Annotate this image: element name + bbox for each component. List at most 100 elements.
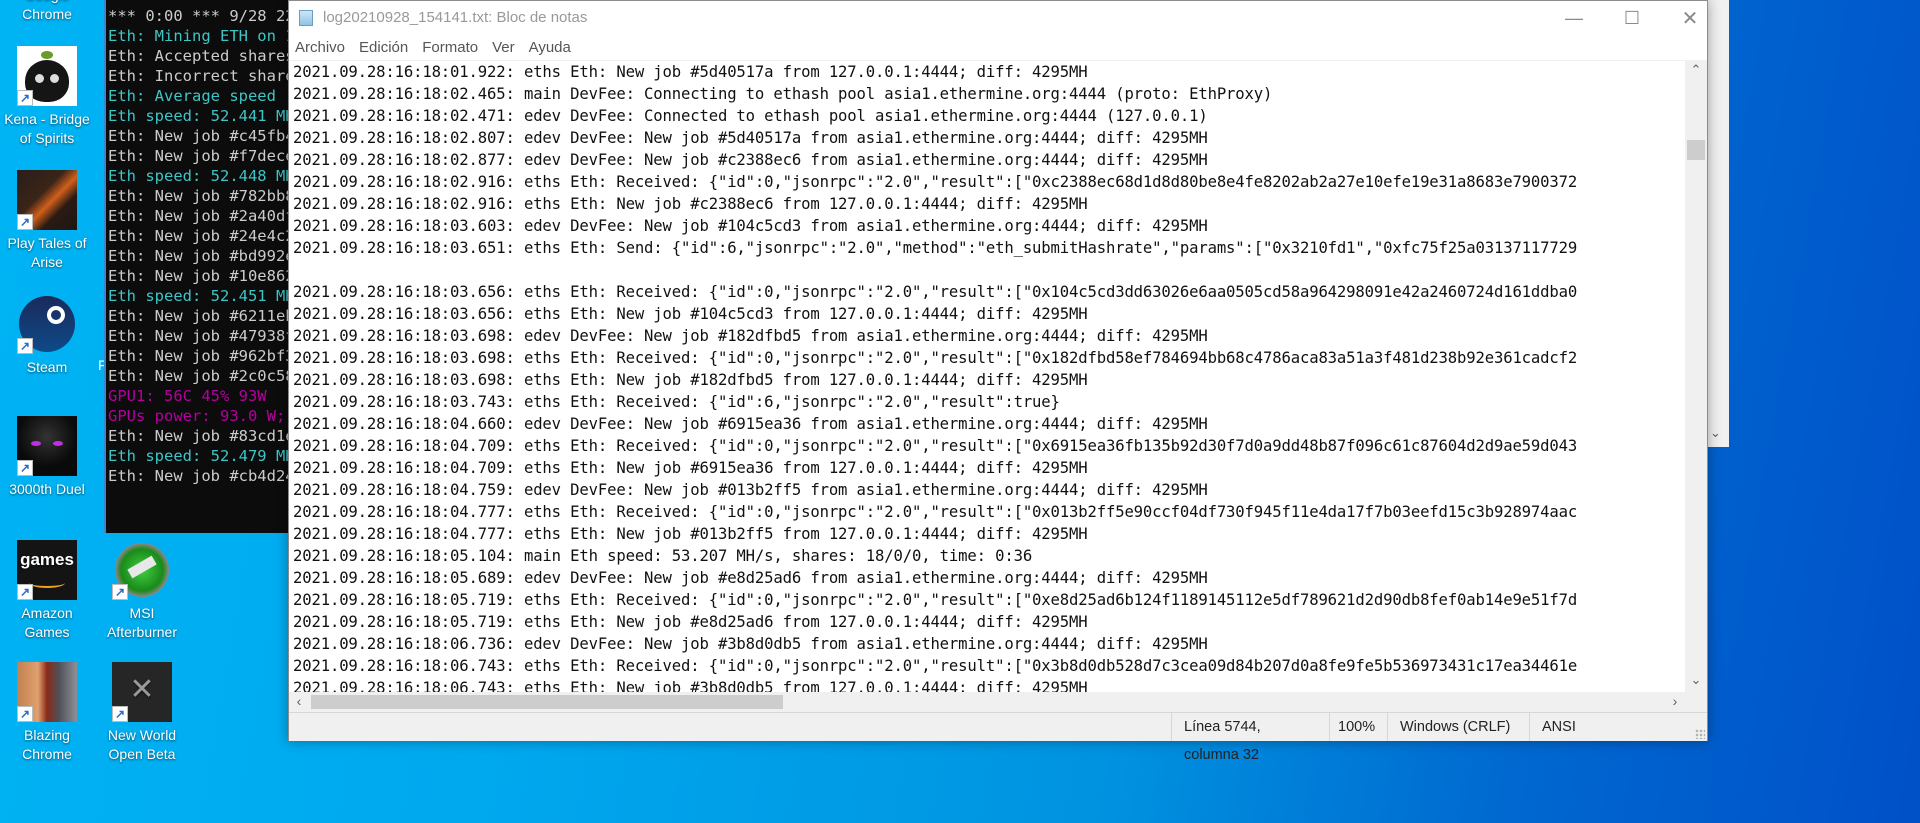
- log-line: 2021.09.28:16:18:05.719: eths Eth: New j…: [293, 613, 1088, 631]
- amazon-games-icon: games ↗: [17, 540, 77, 600]
- desktop-icon-label: New World Open Beta: [107, 727, 177, 762]
- notepad-window[interactable]: log20210928_154141.txt: Bloc de notas — …: [288, 0, 1708, 763]
- console-line: Eth: New job #10e862b: [108, 267, 290, 285]
- tales-of-arise-icon: ↗: [17, 170, 77, 230]
- desktop-icon-label: Play Tales of Arise: [7, 235, 87, 270]
- console-line: *** 0:00 *** 9/28 22: [108, 7, 290, 25]
- shortcut-arrow-icon: ↗: [17, 460, 33, 476]
- desktop-icon-steam[interactable]: ↗ Steam: [0, 294, 96, 377]
- maximize-button[interactable]: ☐: [1603, 1, 1661, 35]
- log-line: 2021.09.28:16:18:02.471: edev DevFee: Co…: [293, 107, 1208, 125]
- log-line: 2021.09.28:16:18:04.709: eths Eth: Recei…: [293, 437, 1578, 455]
- shortcut-arrow-icon: ↗: [112, 706, 128, 722]
- log-line: 2021.09.28:16:18:02.916: eths Eth: Recei…: [293, 173, 1578, 191]
- log-line: 2021.09.28:16:18:03.656: eths Eth: New j…: [293, 305, 1088, 323]
- shortcut-arrow-icon: ↗: [112, 584, 128, 600]
- desktop-icon-google-chrome[interactable]: Google Chrome: [0, 0, 96, 24]
- scroll-right-icon[interactable]: ›: [1665, 693, 1685, 709]
- console-line: Eth: New job #2a40df1: [108, 207, 290, 225]
- desktop-icon-amazon-games[interactable]: games ↗ Amazon Games: [0, 540, 96, 642]
- title-bar[interactable]: log20210928_154141.txt: Bloc de notas — …: [289, 1, 1707, 35]
- log-line: 2021.09.28:16:18:03.743: eths Eth: Recei…: [293, 393, 1060, 411]
- console-line: Eth: New job #24e4c2a: [108, 227, 290, 245]
- desktop-icon-label: Blazing Chrome: [22, 727, 72, 762]
- log-line: 2021.09.28:16:18:06.743: eths Eth: Recei…: [293, 657, 1578, 675]
- text-editor-area[interactable]: 2021.09.28:16:18:01.922: eths Eth: New j…: [289, 60, 1685, 693]
- console-line: Eth: New job #782bb80: [108, 187, 290, 205]
- menu-archivo[interactable]: Archivo: [295, 39, 345, 56]
- log-line: 2021.09.28:16:18:04.777: eths Eth: Recei…: [293, 503, 1578, 521]
- log-line: 2021.09.28:16:18:01.922: eths Eth: New j…: [293, 63, 1088, 81]
- shortcut-arrow-icon: ↗: [17, 584, 33, 600]
- log-line: 2021.09.28:16:18:04.777: eths Eth: New j…: [293, 525, 1088, 543]
- vertical-scroll-thumb[interactable]: [1687, 140, 1705, 160]
- window-title: log20210928_154141.txt: Bloc de notas: [323, 9, 588, 26]
- msi-afterburner-icon: ↗: [112, 540, 172, 600]
- scroll-left-icon[interactable]: ‹: [289, 693, 309, 709]
- close-button[interactable]: ✕: [1661, 1, 1719, 35]
- menu-ayuda[interactable]: Ayuda: [529, 39, 571, 56]
- menu-ver[interactable]: Ver: [492, 39, 515, 56]
- horizontal-scrollbar[interactable]: ‹ ›: [289, 692, 1685, 712]
- log-line: 2021.09.28:16:18:05.689: edev DevFee: Ne…: [293, 569, 1208, 587]
- log-line: 2021.09.28:16:18:03.656: eths Eth: Recei…: [293, 283, 1578, 301]
- menu-formato[interactable]: Formato: [422, 39, 478, 56]
- desktop-icon-3000th-duel[interactable]: ↗ 3000th Duel: [0, 416, 96, 499]
- log-line: 2021.09.28:16:18:02.916: eths Eth: New j…: [293, 195, 1088, 213]
- desktop-icon-label: Kena - Bridge of Spirits: [4, 111, 90, 146]
- log-line: 2021.09.28:16:18:04.660: edev DevFee: Ne…: [293, 415, 1208, 433]
- log-line: 2021.09.28:16:18:03.698: eths Eth: Recei…: [293, 349, 1578, 367]
- new-world-icon: ✕ ↗: [112, 662, 172, 722]
- miner-console-window[interactable]: *** 0:00 *** 9/28 22 Eth: Mining ETH on 1…: [104, 0, 290, 533]
- vertical-scrollbar[interactable]: ⌃ ⌄: [1685, 60, 1707, 692]
- console-line: Eth: New job #6211ebe: [108, 307, 290, 325]
- blazing-chrome-icon: ↗: [17, 662, 77, 722]
- console-line: Eth: Mining ETH on 12: [108, 27, 290, 45]
- kena-icon: ↗: [17, 46, 77, 106]
- desktop-icon-label: MSI Afterburner: [106, 605, 178, 640]
- 3000th-duel-icon: ↗: [17, 416, 77, 476]
- desktop-icon-label: Google Chrome: [22, 0, 72, 22]
- console-line: Eth: Accepted shares: [108, 47, 290, 65]
- menu-bar: Archivo Edición Formato Ver Ayuda: [289, 35, 1707, 60]
- desktop-icon-new-world-open-beta[interactable]: ✕ ↗ New World Open Beta: [93, 662, 191, 764]
- console-line: Eth: New job #47938f8: [108, 327, 290, 345]
- desktop-icon-label: 3000th Duel: [9, 481, 85, 497]
- desktop-icon-msi-afterburner[interactable]: ↗ MSI Afterburner: [93, 540, 191, 642]
- desktop-icon-kena-bridge-of-spirits[interactable]: ↗ Kena - Bridge of Spirits: [0, 46, 96, 148]
- scroll-down-icon[interactable]: ⌄: [1685, 672, 1707, 692]
- minimize-button[interactable]: —: [1545, 1, 1603, 35]
- resize-grip-icon[interactable]: [1695, 729, 1705, 739]
- log-line: 2021.09.28:16:18:02.877: edev DevFee: Ne…: [293, 151, 1208, 169]
- desktop-icon-label: Amazon Games: [21, 605, 73, 640]
- log-line: 2021.09.28:16:18:03.603: edev DevFee: Ne…: [293, 217, 1208, 235]
- desktop-icon-blazing-chrome[interactable]: ↗ Blazing Chrome: [0, 662, 96, 764]
- scroll-up-icon[interactable]: ⌃: [1685, 62, 1707, 82]
- log-line: 2021.09.28:16:18:06.743: eths Eth: New j…: [293, 679, 1088, 693]
- console-line: Eth: Average speed (5: [108, 87, 290, 105]
- desktop-icon-play-tales-of-arise[interactable]: ↗ Play Tales of Arise: [0, 170, 96, 272]
- shortcut-arrow-icon: ↗: [17, 214, 33, 230]
- console-line: Eth speed: 52.441 MH/: [108, 107, 290, 125]
- console-line: Eth speed: 52.448 MH/: [108, 167, 290, 185]
- log-line: 2021.09.28:16:18:03.698: edev DevFee: Ne…: [293, 327, 1208, 345]
- status-zoom: 100%: [1329, 713, 1388, 741]
- log-line: 2021.09.28:16:18:05.104: main Eth speed:…: [293, 547, 1033, 565]
- menu-edicion[interactable]: Edición: [359, 39, 408, 56]
- horizontal-scroll-thumb[interactable]: [311, 695, 783, 709]
- log-line: 2021.09.28:16:18:02.807: edev DevFee: Ne…: [293, 129, 1208, 147]
- console-line: GPU1: 56C 45% 93W: [108, 387, 267, 405]
- status-encoding: ANSI: [1529, 713, 1702, 741]
- console-line: Eth: New job #2c0c58e: [108, 367, 290, 385]
- log-line: 2021.09.28:16:18:03.698: eths Eth: New j…: [293, 371, 1088, 389]
- status-line-ending: Windows (CRLF): [1387, 713, 1530, 741]
- console-line: Eth: New job #cb4d241: [108, 467, 290, 485]
- log-line: 2021.09.28:16:18:06.736: edev DevFee: Ne…: [293, 635, 1208, 653]
- desktop-icon-label: Steam: [26, 359, 68, 375]
- console-line: Eth: New job #c45fb48: [108, 127, 290, 145]
- console-line: Eth: New job #f7dece1: [108, 147, 290, 165]
- status-bar: Línea 5744, columna 32 100% Windows (CRL…: [289, 712, 1707, 763]
- scrollbar-corner: [1685, 692, 1707, 712]
- scroll-down-icon[interactable]: ⌄: [1710, 425, 1721, 441]
